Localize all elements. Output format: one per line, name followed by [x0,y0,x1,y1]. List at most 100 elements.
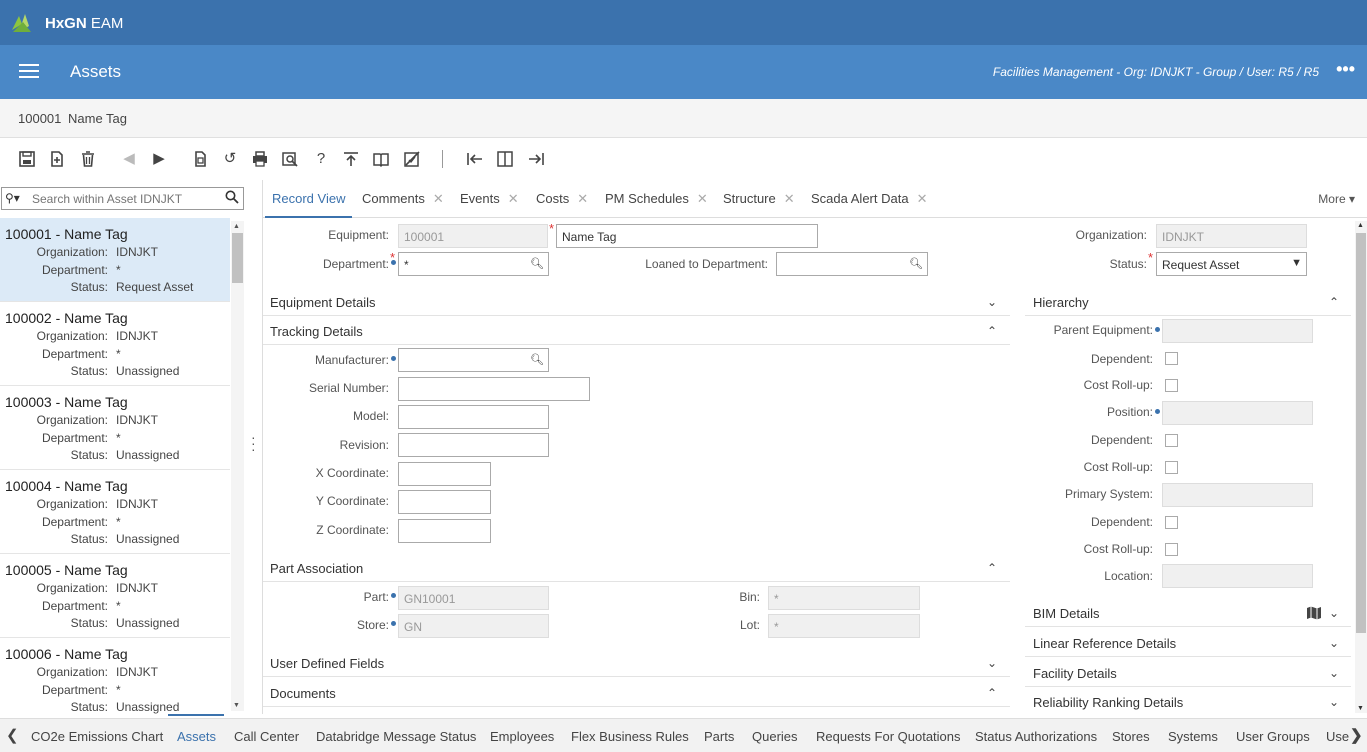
bottom-tab[interactable]: Call Center [234,729,299,744]
chevron-down-icon[interactable]: ⌄ [1329,695,1339,709]
list-item[interactable]: 100004 - Name Tag Organization: IDNJKT De… [0,470,230,554]
list-item[interactable]: 100006 - Name Tag Organization: IDNJKT De… [0,638,230,714]
split-view-icon[interactable] [496,150,514,168]
section-equipment-details[interactable]: Equipment Details [270,295,376,310]
scroll-left-icon[interactable]: ❮ [6,726,19,744]
scroll-down-icon[interactable]: ▼ [233,702,240,709]
scrollbar-thumb[interactable] [1356,233,1366,633]
revision-field[interactable] [398,433,549,457]
bottom-tab[interactable]: Stores [1112,729,1150,744]
map-icon[interactable] [1306,605,1322,624]
help-icon[interactable]: ? [312,150,330,168]
close-icon[interactable]: ✕ [577,191,588,206]
section-reliability-ranking-details[interactable]: Reliability Ranking Details [1033,695,1183,710]
bottom-tab[interactable]: User Groups [1236,729,1310,744]
chevron-up-icon[interactable]: ⌃ [987,324,997,338]
book-icon[interactable] [372,150,390,168]
chevron-down-icon[interactable]: ⌄ [1329,666,1339,680]
resize-handle-icon[interactable]: · · · [251,430,256,456]
bottom-tab[interactable]: Status Authorizations [975,729,1097,744]
list-item[interactable]: 100001 - Name Tag Organization: IDNJKT De… [0,218,230,302]
close-icon[interactable]: ✕ [433,191,444,206]
scroll-up-icon[interactable]: ▲ [1357,222,1364,229]
copy-icon[interactable] [191,150,209,168]
bottom-tab[interactable]: Use [1326,729,1349,744]
cost-rollup-checkbox[interactable] [1165,461,1178,474]
description-field[interactable]: Name Tag [556,224,818,248]
bottom-tab[interactable]: Requests For Quotations [816,729,961,744]
close-icon[interactable]: ✕ [508,191,519,206]
bottom-tab[interactable]: Parts [704,729,734,744]
scroll-down-icon[interactable]: ▼ [1357,705,1364,712]
previous-icon[interactable]: ◀ [120,150,138,168]
chevron-up-icon[interactable]: ⌃ [987,686,997,700]
chevron-down-icon[interactable]: ⌄ [987,656,997,670]
model-field[interactable] [398,405,549,429]
list-item[interactable]: 100002 - Name Tag Organization: IDNJKT De… [0,302,230,386]
chevron-down-icon[interactable]: ▼ [1291,257,1302,269]
status-select[interactable]: Request Asset ▼ [1156,252,1307,276]
parent-equipment-field[interactable] [1162,319,1313,343]
section-linear-reference-details[interactable]: Linear Reference Details [1033,636,1176,651]
section-part-association[interactable]: Part Association [270,561,363,576]
expand-right-icon[interactable] [527,150,545,168]
bin-field[interactable]: * [768,586,920,610]
y-coordinate-field[interactable] [398,490,491,514]
store-field[interactable]: GN [398,614,549,638]
position-field[interactable] [1162,401,1313,425]
department-field[interactable]: * 🔍︎ [398,252,549,276]
manufacturer-field[interactable]: 🔍︎ [398,348,549,372]
lookup-icon[interactable]: 🔍︎ [530,257,544,270]
print-icon[interactable] [251,150,269,168]
cost-rollup-checkbox[interactable] [1165,543,1178,556]
bottom-tab[interactable]: Assets [177,729,216,744]
bottom-tab[interactable]: Employees [490,729,554,744]
tab-structure[interactable]: Structure ✕ [723,191,795,207]
close-icon[interactable]: ✕ [784,191,795,206]
lookup-icon[interactable]: 🔍︎ [530,353,544,366]
save-icon[interactable] [18,150,36,168]
form-scrollbar[interactable]: ▲ ▼ [1355,221,1367,713]
close-icon[interactable]: ✕ [697,191,708,206]
bottom-tab[interactable]: Systems [1168,729,1218,744]
scroll-right-icon[interactable]: ❯ [1350,726,1363,744]
section-hierarchy[interactable]: Hierarchy [1033,295,1089,310]
scroll-up-icon[interactable]: ▲ [233,223,240,230]
cost-rollup-checkbox[interactable] [1165,379,1178,392]
chevron-down-icon[interactable]: ⌄ [987,295,997,309]
loaned-to-department-field[interactable]: 🔍︎ [776,252,928,276]
section-tracking-details[interactable]: Tracking Details [270,324,363,339]
lookup-icon[interactable]: 🔍︎ [909,257,923,270]
collapse-left-icon[interactable] [466,150,484,168]
bottom-tab[interactable]: CO2e Emissions Chart [31,729,163,744]
clear-icon[interactable] [403,150,421,168]
dependent-checkbox[interactable] [1165,434,1178,447]
tab-scada-alert-data[interactable]: Scada Alert Data ✕ [811,191,927,207]
section-user-defined-fields[interactable]: User Defined Fields [270,656,384,671]
tab-events[interactable]: Events ✕ [460,191,519,207]
chevron-down-icon[interactable]: ⌄ [1329,636,1339,650]
close-icon[interactable]: ✕ [917,191,928,206]
search-filter-dropdown-icon[interactable]: ⚲▾ [5,191,20,205]
dependent-checkbox[interactable] [1165,516,1178,529]
primary-system-field[interactable] [1162,483,1313,507]
delete-icon[interactable] [79,150,97,168]
z-coordinate-field[interactable] [398,519,491,543]
section-facility-details[interactable]: Facility Details [1033,666,1117,681]
menu-icon[interactable] [19,64,39,80]
list-item[interactable]: 100003 - Name Tag Organization: IDNJKT De… [0,386,230,470]
organization-field[interactable]: IDNJKT [1156,224,1307,248]
x-coordinate-field[interactable] [398,462,491,486]
tab-pm-schedules[interactable]: PM Schedules ✕ [605,191,708,207]
search-icon[interactable] [225,190,239,207]
equipment-field[interactable]: 100001 [398,224,548,248]
chevron-up-icon[interactable]: ⌃ [987,561,997,575]
upload-icon[interactable] [342,150,360,168]
list-scrollbar[interactable]: ▲ ▼ [231,221,244,711]
print-preview-icon[interactable] [281,150,299,168]
tab-record-view[interactable]: Record View [272,191,345,206]
section-documents[interactable]: Documents [270,686,336,701]
search-input[interactable] [32,190,222,207]
scrollbar-thumb[interactable] [232,233,243,283]
chevron-up-icon[interactable]: ⌃ [1329,295,1339,309]
